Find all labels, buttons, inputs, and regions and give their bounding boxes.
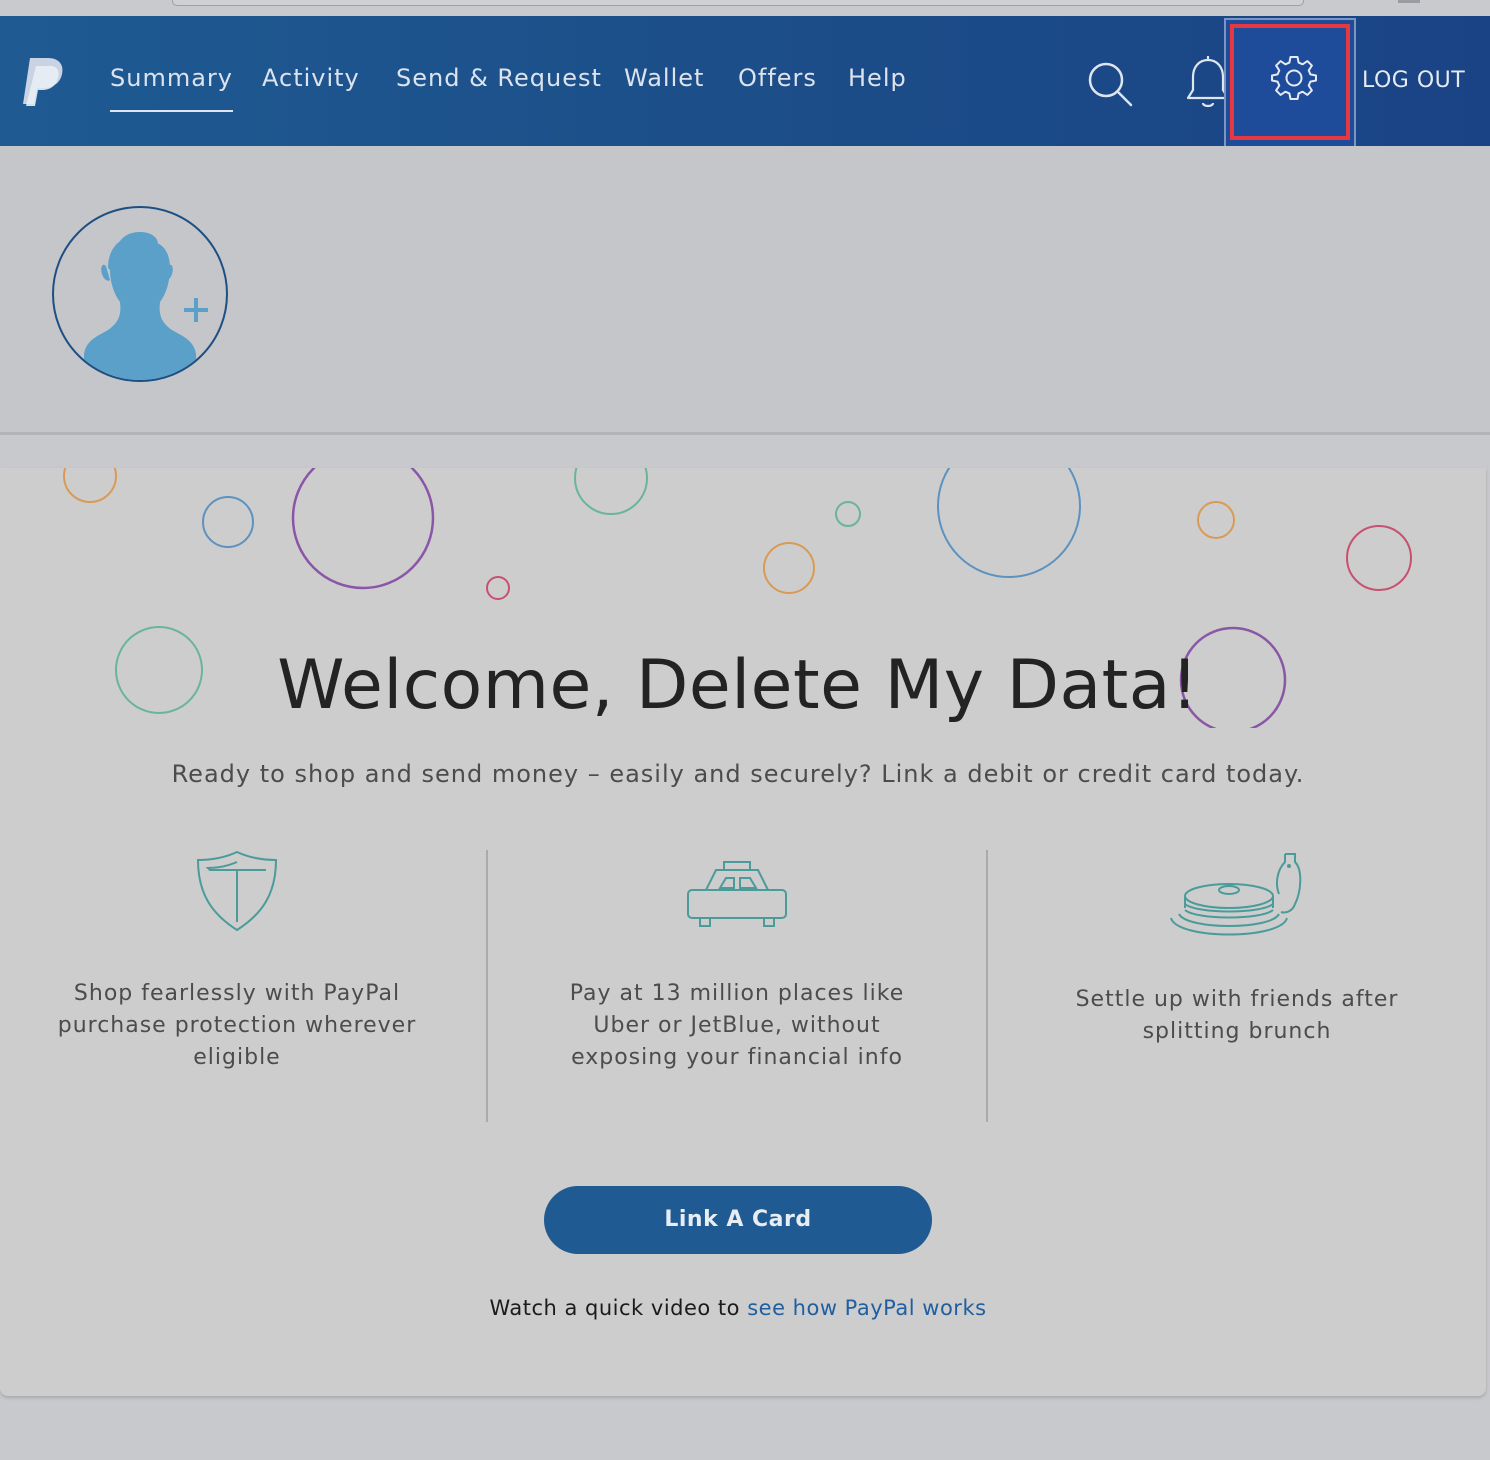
logout-link[interactable]: LOG OUT: [1362, 68, 1465, 93]
welcome-subtitle: Ready to shop and send money – easily an…: [171, 760, 1305, 788]
video-prompt-text: Watch a quick video to: [489, 1296, 741, 1320]
paypal-logo[interactable]: [20, 56, 66, 108]
user-add-icon: [84, 232, 208, 380]
window-handle: [1398, 0, 1420, 3]
feature-text: Settle up with friends after splitting b…: [1075, 987, 1399, 1044]
feature-purchase-protection: Shop fearlessly with PayPal purchase pro…: [57, 848, 417, 1074]
welcome-card: Welcome, Delete My Data! Ready to shop a…: [0, 468, 1486, 1396]
feature-divider: [986, 850, 988, 1122]
shield-icon: [196, 850, 278, 932]
feature-divider: [486, 850, 488, 1122]
address-bar-edge: [172, 0, 1304, 6]
browser-top-strip: [0, 0, 1490, 16]
how-paypal-works-link[interactable]: see how PayPal works: [747, 1296, 986, 1320]
feature-text: Shop fearlessly with PayPal purchase pro…: [57, 981, 417, 1070]
nav-summary[interactable]: Summary: [110, 64, 233, 112]
nav-help[interactable]: Help: [848, 64, 907, 98]
link-a-card-button[interactable]: Link A Card: [544, 1186, 932, 1254]
avatar-add-photo[interactable]: [52, 206, 228, 382]
taxi-icon: [687, 861, 787, 927]
nav-offers[interactable]: Offers: [738, 64, 817, 98]
pancakes-icon: [1170, 853, 1302, 936]
feature-split-brunch: Settle up with friends after splitting b…: [1057, 848, 1417, 1048]
nav-activity[interactable]: Activity: [262, 64, 360, 98]
feature-text: Pay at 13 million places like Uber or Je…: [569, 981, 905, 1070]
search-icon: [1088, 62, 1133, 107]
video-prompt: Watch a quick video to see how PayPal wo…: [0, 1296, 1476, 1320]
nav-send-request[interactable]: Send & Request: [396, 64, 602, 98]
feature-pay-places: Pay at 13 million places like Uber or Je…: [557, 848, 917, 1074]
settings-button[interactable]: [1224, 18, 1356, 148]
search-button[interactable]: [1084, 58, 1136, 110]
gear-icon: [1271, 56, 1317, 100]
top-navigation: Summary Activity Send & Request Wallet O…: [0, 16, 1490, 148]
nav-wallet[interactable]: Wallet: [624, 64, 704, 98]
section-divider: [0, 432, 1490, 435]
welcome-title: Welcome, Delete My Data!: [277, 646, 1199, 725]
